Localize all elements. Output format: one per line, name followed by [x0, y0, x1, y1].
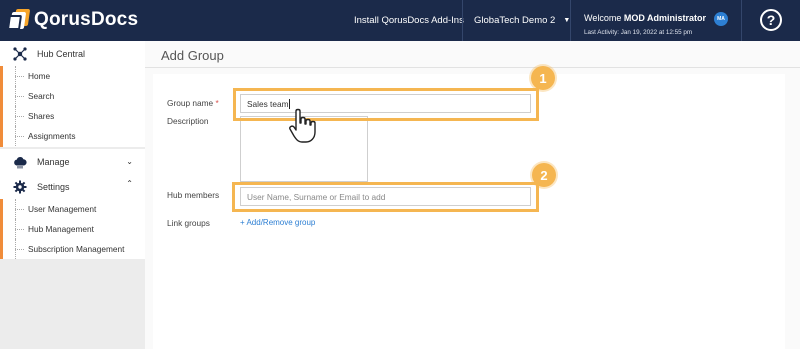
sidebar-item-label: Home: [28, 71, 51, 81]
sidebar-item-hub-central[interactable]: Hub Central: [0, 41, 145, 66]
link-groups-label: Link groups: [167, 218, 210, 228]
add-remove-group-link[interactable]: + Add/Remove group: [240, 218, 315, 227]
sidebar-item-home[interactable]: Home: [0, 66, 145, 86]
hub-members-label: Hub members: [167, 190, 220, 200]
gear-icon: [13, 180, 27, 193]
sidebar-item-hub-management[interactable]: Hub Management: [0, 219, 145, 239]
avatar[interactable]: MA: [714, 12, 728, 26]
sidebar-item-label: Hub Central: [37, 48, 86, 59]
sidebar-item-settings[interactable]: Settings ⌃: [0, 174, 145, 199]
active-section-accent: [0, 66, 3, 147]
sidebar-item-label: Assignments: [28, 131, 76, 141]
sidebar-item-label: Subscription Management: [28, 244, 125, 254]
sidebar-item-label: Manage: [37, 156, 70, 167]
welcome-prefix: Welcome: [584, 13, 622, 23]
sidebar-item-label: User Management: [28, 204, 97, 214]
group-name-label: Group name *: [167, 98, 219, 108]
divider: [145, 67, 800, 68]
callout-highlight-hub-members: [232, 182, 539, 212]
callout-highlight-group-name: [233, 88, 539, 121]
sidebar-item-user-management[interactable]: User Management: [0, 199, 145, 219]
callout-badge-1: 1: [531, 66, 555, 90]
last-activity: Last Activity: Jan 19, 2022 at 12:55 pm: [584, 29, 693, 36]
hub-central-section: Hub Central Home Search Shares Assignmen…: [0, 41, 145, 147]
description-label: Description: [167, 116, 209, 126]
sidebar-item-label: Settings: [37, 181, 70, 192]
tenant-selector[interactable]: GlobaTech Demo 2 ▼: [474, 0, 570, 41]
sidebar: Hub Central Home Search Shares Assignmen…: [0, 41, 145, 349]
top-navigation-bar: QorusDocs Install QorusDocs Add-Ins Glob…: [0, 0, 800, 41]
hand-pointer-cursor-icon: [289, 108, 316, 143]
user-menu[interactable]: Welcome MOD Administrator ▼: [584, 13, 722, 23]
divider: [741, 0, 742, 41]
user-name: MOD Administrator: [623, 13, 707, 23]
logo-text: QorusDocs: [34, 9, 139, 30]
qorusdocs-logo-icon: [6, 9, 31, 31]
hub-network-icon: [13, 46, 27, 61]
divider: [462, 0, 463, 41]
required-mark: *: [215, 98, 219, 108]
settings-section: Settings ⌃ User Management Hub Managemen…: [0, 174, 145, 259]
chevron-down-icon: ⌄: [126, 157, 133, 166]
sidebar-item-shares[interactable]: Shares: [0, 106, 145, 126]
manage-section: Manage ⌄: [0, 149, 145, 174]
chevron-up-icon: ⌃: [126, 179, 133, 188]
sidebar-item-assignments[interactable]: Assignments: [0, 126, 145, 146]
sidebar-item-manage[interactable]: Manage ⌄: [0, 149, 145, 174]
sidebar-item-label: Hub Management: [28, 224, 94, 234]
sidebar-item-label: Search: [28, 91, 55, 101]
install-add-ins-link[interactable]: Install QorusDocs Add-Ins: [354, 0, 464, 41]
qorusdocs-logo[interactable]: QorusDocs: [6, 8, 139, 32]
page-title: Add Group: [161, 48, 224, 63]
tenant-name: GlobaTech Demo 2: [474, 15, 556, 26]
help-icon[interactable]: ?: [760, 9, 782, 31]
sidebar-item-label: Shares: [28, 111, 55, 121]
sidebar-item-subscription-management[interactable]: Subscription Management: [0, 239, 145, 259]
active-section-accent: [0, 199, 3, 259]
callout-badge-2: 2: [532, 163, 556, 187]
sidebar-item-search[interactable]: Search: [0, 86, 145, 106]
cloud-icon: [14, 156, 27, 168]
divider: [570, 0, 571, 41]
